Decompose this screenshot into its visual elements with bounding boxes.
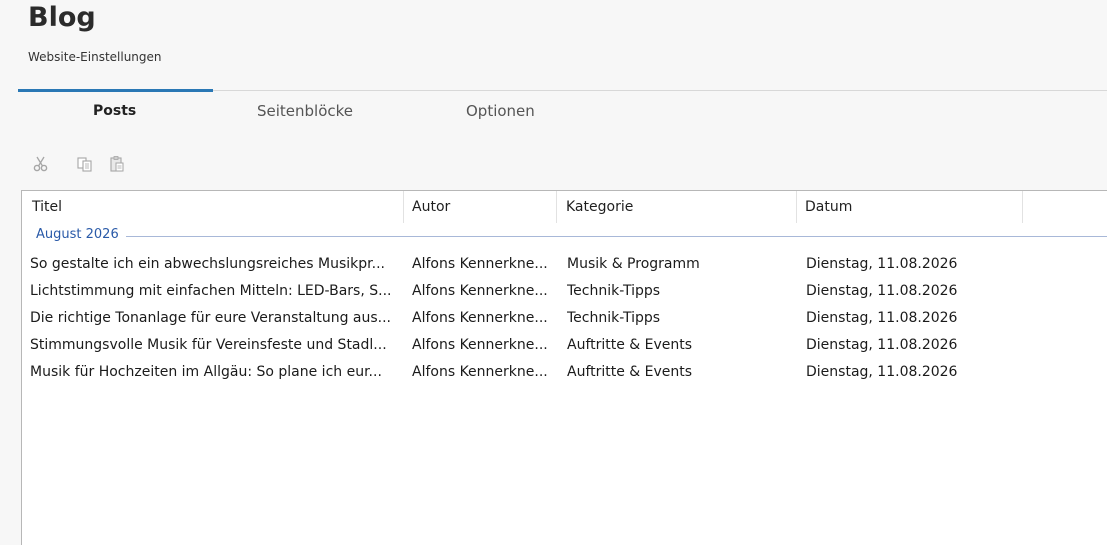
column-divider[interactable] <box>1022 191 1023 223</box>
cell-date: Dienstag, 11.08.2026 <box>806 337 958 353</box>
cell-title: Stimmungsvolle Musik für Vereinsfeste un… <box>30 337 387 353</box>
cut-icon[interactable] <box>32 155 50 173</box>
cell-title: So gestalte ich ein abwechslungsreiches … <box>30 256 385 272</box>
column-divider[interactable] <box>403 191 404 223</box>
active-tab-indicator <box>18 89 213 92</box>
table-row[interactable]: Musik für Hochzeiten im Allgäu: So plane… <box>22 359 1107 386</box>
cell-title: Lichtstimmung mit einfachen Mitteln: LED… <box>30 283 392 299</box>
column-divider[interactable] <box>556 191 557 223</box>
paste-icon[interactable] <box>108 155 126 173</box>
cell-author: Alfons Kennerkne... <box>412 310 548 326</box>
page-subtitle: Website-Einstellungen <box>28 50 162 64</box>
copy-icon[interactable] <box>76 155 94 173</box>
cell-title: Die richtige Tonanlage für eure Veransta… <box>30 310 391 326</box>
table-row[interactable]: Lichtstimmung mit einfachen Mitteln: LED… <box>22 278 1107 305</box>
group-header-month[interactable]: August 2026 <box>36 227 119 242</box>
cell-date: Dienstag, 11.08.2026 <box>806 283 958 299</box>
cell-category: Technik-Tipps <box>567 283 661 299</box>
cell-category: Auftritte & Events <box>567 337 693 353</box>
group-divider <box>126 236 1107 237</box>
cell-author: Alfons Kennerkne... <box>412 283 548 299</box>
column-header-titel[interactable]: Titel <box>32 191 62 224</box>
page-title: Blog <box>28 2 96 33</box>
tab-posts[interactable]: Posts <box>93 103 136 119</box>
cell-author: Alfons Kennerkne... <box>412 256 548 272</box>
blog-settings-page: Blog Website-Einstellungen Posts Seitenb… <box>0 0 1107 545</box>
cell-category: Musik & Programm <box>567 256 700 272</box>
cell-category: Technik-Tipps <box>567 310 661 326</box>
table-row[interactable]: Die richtige Tonanlage für eure Veransta… <box>22 305 1107 332</box>
cell-date: Dienstag, 11.08.2026 <box>806 310 958 326</box>
tab-optionen[interactable]: Optionen <box>466 102 535 120</box>
column-divider[interactable] <box>796 191 797 223</box>
column-header-kategorie[interactable]: Kategorie <box>566 191 633 224</box>
column-header-autor[interactable]: Autor <box>412 191 450 224</box>
cell-date: Dienstag, 11.08.2026 <box>806 364 958 380</box>
tab-seitenbloecke[interactable]: Seitenblöcke <box>257 102 353 120</box>
cell-author: Alfons Kennerkne... <box>412 337 548 353</box>
column-header-datum[interactable]: Datum <box>805 191 852 224</box>
table-row[interactable]: So gestalte ich ein abwechslungsreiches … <box>22 251 1107 278</box>
table-row[interactable]: Stimmungsvolle Musik für Vereinsfeste un… <box>22 332 1107 359</box>
cell-title: Musik für Hochzeiten im Allgäu: So plane… <box>30 364 382 380</box>
cell-category: Auftritte & Events <box>567 364 693 380</box>
posts-list: Titel Autor Kategorie Datum August 2026 … <box>21 190 1107 545</box>
cell-date: Dienstag, 11.08.2026 <box>806 256 958 272</box>
cell-author: Alfons Kennerkne... <box>412 364 548 380</box>
